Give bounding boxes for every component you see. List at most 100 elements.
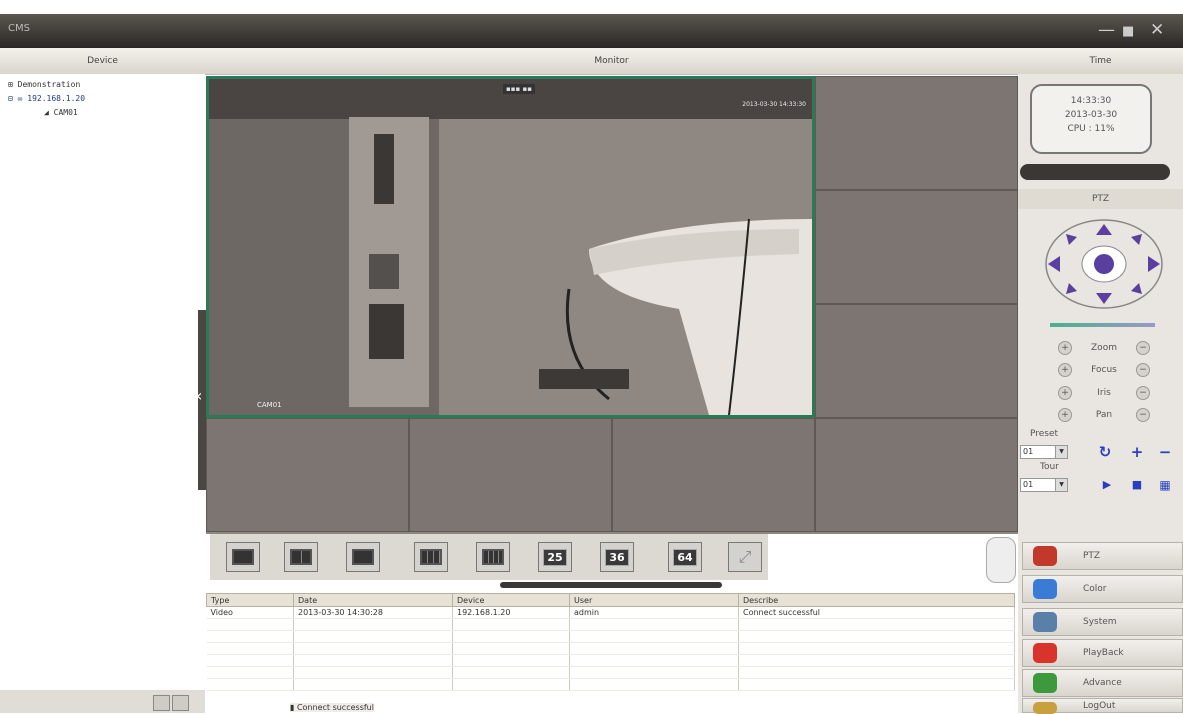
- layout-64-button[interactable]: 64: [668, 542, 702, 572]
- maximize-button[interactable]: ■: [1122, 22, 1134, 42]
- layout-1-button[interactable]: [226, 542, 260, 572]
- menu-advance[interactable]: Advance: [1022, 669, 1183, 697]
- camera-osd-top: ▪▪▪ ▪▪: [503, 84, 535, 94]
- clock-display: 14:33:30 2013-03-30 CPU : 11%: [1030, 84, 1152, 154]
- video-cell[interactable]: [612, 418, 815, 532]
- device-tree: ⊞ Demonstration ⊟ ✉ 192.168.1.20 ◢ CAM01: [0, 74, 205, 690]
- app-title: CMS: [8, 23, 30, 34]
- single-view-icon: [232, 549, 254, 565]
- preset-call-icon[interactable]: ↻: [1096, 444, 1114, 460]
- table-row[interactable]: [206, 618, 1015, 631]
- table-row[interactable]: Video 2013-03-30 14:30:28 192.168.1.20 a…: [206, 606, 1015, 619]
- video-main[interactable]: ▪▪▪ ▪▪ 2013-03-30 14:33:30 CAM01: [206, 76, 815, 418]
- camera-timestamp: 2013-03-30 14:33:30: [742, 101, 806, 108]
- ptz-menu-icon: [1033, 546, 1057, 566]
- col-describe[interactable]: Describe: [738, 593, 1015, 607]
- menu-playback[interactable]: PlayBack: [1022, 639, 1183, 667]
- fullscreen-button[interactable]: ⤢: [728, 542, 762, 572]
- zoom-in-button[interactable]: +: [1058, 341, 1072, 355]
- clock-time: 14:33:30: [1070, 96, 1112, 106]
- log-table: Type Date Device User Describe Video 201…: [206, 593, 1015, 691]
- preset-remove-icon[interactable]: −: [1156, 444, 1174, 460]
- cpu-usage: CPU : 11%: [1067, 124, 1115, 134]
- zoom-out-button[interactable]: −: [1136, 341, 1150, 355]
- pan-right-button[interactable]: −: [1136, 408, 1150, 422]
- log-splitter[interactable]: [500, 582, 722, 588]
- tree-refresh-button[interactable]: [172, 695, 189, 711]
- iris-row: + Iris −: [1050, 386, 1160, 402]
- close-button[interactable]: ✕: [1150, 20, 1164, 40]
- system-menu-icon: [1033, 612, 1057, 632]
- iris-close-button[interactable]: −: [1136, 386, 1150, 400]
- col-date[interactable]: Date: [293, 593, 453, 607]
- pan-left-button[interactable]: +: [1058, 408, 1072, 422]
- clock-date: 2013-03-30: [1064, 110, 1118, 120]
- tree-item-camera[interactable]: ◢ CAM01: [44, 108, 78, 117]
- menu-color[interactable]: Color: [1022, 575, 1183, 603]
- preset-select[interactable]: 01 ▼: [1020, 445, 1068, 459]
- table-row[interactable]: [206, 666, 1015, 679]
- quad-view-icon: [290, 549, 312, 565]
- table-row[interactable]: [206, 654, 1015, 667]
- video-cell[interactable]: [409, 418, 612, 532]
- tour-select[interactable]: 01 ▼: [1020, 478, 1068, 492]
- table-row[interactable]: [206, 678, 1015, 691]
- video-cell[interactable]: [206, 418, 409, 532]
- minimize-button[interactable]: —: [1098, 20, 1115, 40]
- fullscreen-icon: ⤢: [738, 547, 752, 566]
- menu-logout[interactable]: LogOut: [1022, 698, 1183, 714]
- video-cell[interactable]: [815, 76, 1018, 190]
- preset-add-icon[interactable]: +: [1128, 444, 1146, 460]
- logout-menu-icon: [1033, 702, 1057, 714]
- monitor-grid: ▪▪▪ ▪▪ 2013-03-30 14:33:30 CAM01: [206, 76, 1018, 534]
- ptz-direction-pad[interactable]: [1044, 218, 1164, 310]
- advance-menu-icon: [1033, 673, 1057, 693]
- panel-toggle-bar[interactable]: [1020, 164, 1170, 180]
- iris-open-button[interactable]: +: [1058, 386, 1072, 400]
- menu-ptz[interactable]: PTZ: [1022, 542, 1183, 570]
- layout-4-button[interactable]: [284, 542, 318, 572]
- pan-row: + Pan −: [1050, 408, 1160, 424]
- layout-6-button[interactable]: [346, 542, 380, 572]
- layout-9-button[interactable]: [414, 542, 448, 572]
- panel-splitter[interactable]: ‹: [196, 310, 206, 490]
- six-view-icon: [352, 549, 374, 565]
- status-message: ▮ Connect successful: [290, 703, 374, 712]
- ptz-title: PTZ: [1018, 189, 1183, 209]
- layout-16-button[interactable]: [476, 542, 510, 572]
- camera-feed-image: [209, 79, 812, 415]
- chevron-down-icon: ▼: [1055, 479, 1067, 491]
- tour-play-icon[interactable]: ▶: [1098, 477, 1116, 493]
- playback-menu-icon: [1033, 643, 1057, 663]
- zoom-row: + Zoom −: [1050, 341, 1160, 357]
- layout-25-button[interactable]: 25: [538, 542, 572, 572]
- sixteen-view-icon: [482, 549, 504, 565]
- ptz-speed-slider[interactable]: [1050, 323, 1155, 327]
- video-cell[interactable]: [815, 418, 1018, 532]
- menu-system[interactable]: System: [1022, 608, 1183, 636]
- col-device[interactable]: Device: [452, 593, 570, 607]
- focus-in-button[interactable]: +: [1058, 363, 1072, 377]
- layout-scroll-control[interactable]: [986, 537, 1016, 583]
- tree-action-button[interactable]: [153, 695, 170, 711]
- tour-grid-icon[interactable]: ▦: [1156, 477, 1174, 493]
- tree-item-device[interactable]: ⊟ ✉ 192.168.1.20: [8, 94, 85, 103]
- table-row[interactable]: [206, 642, 1015, 655]
- tour-label: Tour: [1040, 462, 1059, 472]
- col-user[interactable]: User: [569, 593, 739, 607]
- col-type[interactable]: Type: [206, 593, 294, 607]
- nine-view-icon: [420, 549, 442, 565]
- focus-out-button[interactable]: −: [1136, 363, 1150, 377]
- tree-item-group[interactable]: ⊞ Demonstration: [8, 80, 80, 89]
- title-bar: CMS — ■ ✕: [0, 14, 1183, 48]
- table-row[interactable]: [206, 630, 1015, 643]
- layout-36-button[interactable]: 36: [600, 542, 634, 572]
- device-panel-footer: [0, 690, 205, 713]
- collapse-icon: ‹: [196, 386, 203, 405]
- video-cell[interactable]: [815, 304, 1018, 418]
- ptz-center-icon: [1094, 254, 1114, 274]
- monitor-header: Monitor: [205, 48, 1018, 75]
- tour-stop-icon[interactable]: ■: [1128, 477, 1146, 493]
- video-cell[interactable]: [815, 190, 1018, 304]
- time-header: Time: [1018, 48, 1183, 75]
